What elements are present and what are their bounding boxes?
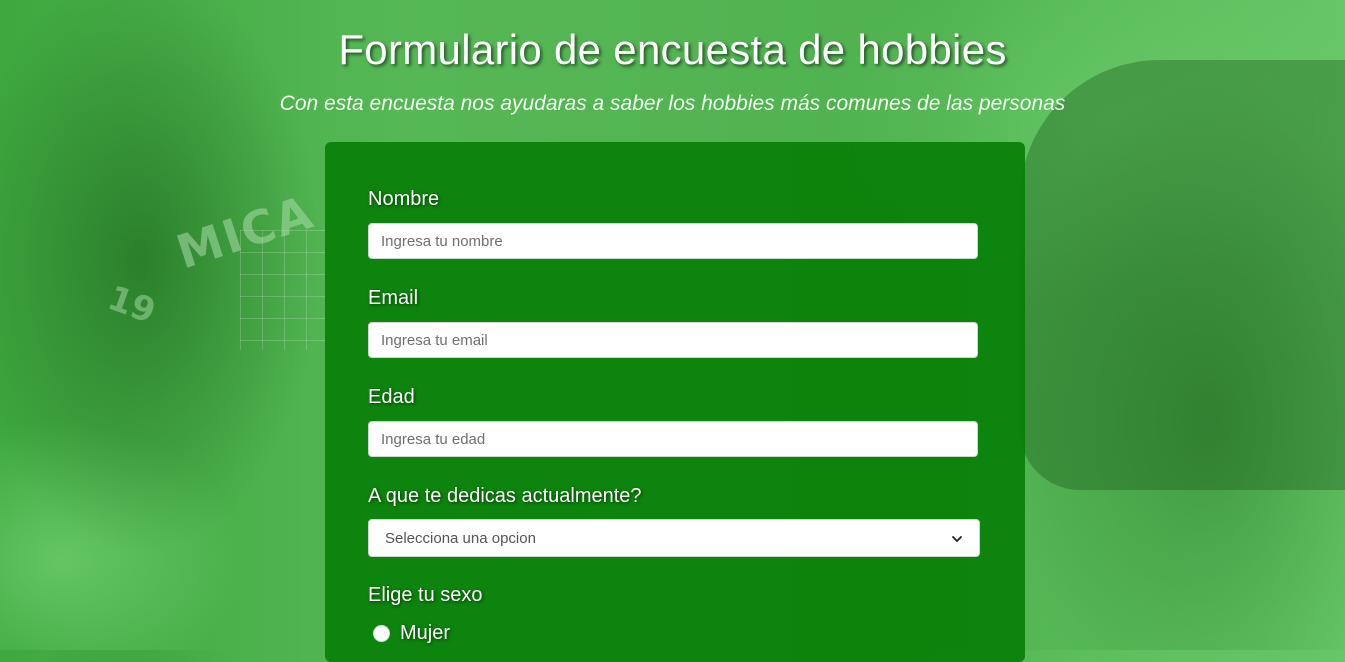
background-photo-shadow	[1020, 60, 1345, 490]
email-input[interactable]	[368, 322, 978, 358]
gender-option-mujer[interactable]: Mujer	[373, 622, 450, 645]
occupation-selected-value: Selecciona una opcion	[385, 529, 536, 547]
name-input[interactable]	[368, 223, 978, 259]
occupation-select[interactable]: Selecciona una opcion	[368, 519, 980, 557]
background-jersey-text: MICA	[170, 184, 321, 280]
email-label: Email	[368, 287, 419, 309]
gender-option-label: Mujer	[400, 622, 451, 644]
gender-label: Elige tu sexo	[368, 584, 483, 606]
occupation-label: A que te dedicas actualmente?	[368, 485, 642, 507]
age-input[interactable]	[368, 421, 978, 457]
name-label: Nombre	[368, 188, 440, 210]
age-label: Edad	[368, 386, 415, 408]
chevron-down-icon	[951, 532, 963, 544]
page-title: Formulario de encuesta de hobbies	[338, 26, 1007, 73]
survey-form: Nombre Email Edad A que te dedicas actua…	[325, 142, 1025, 662]
background-jersey-number: 19	[102, 278, 161, 332]
background-photo-grid	[240, 230, 330, 350]
radio-button[interactable]	[373, 625, 390, 642]
page-subtitle: Con esta encuesta nos ayudaras a saber l…	[279, 92, 1066, 115]
